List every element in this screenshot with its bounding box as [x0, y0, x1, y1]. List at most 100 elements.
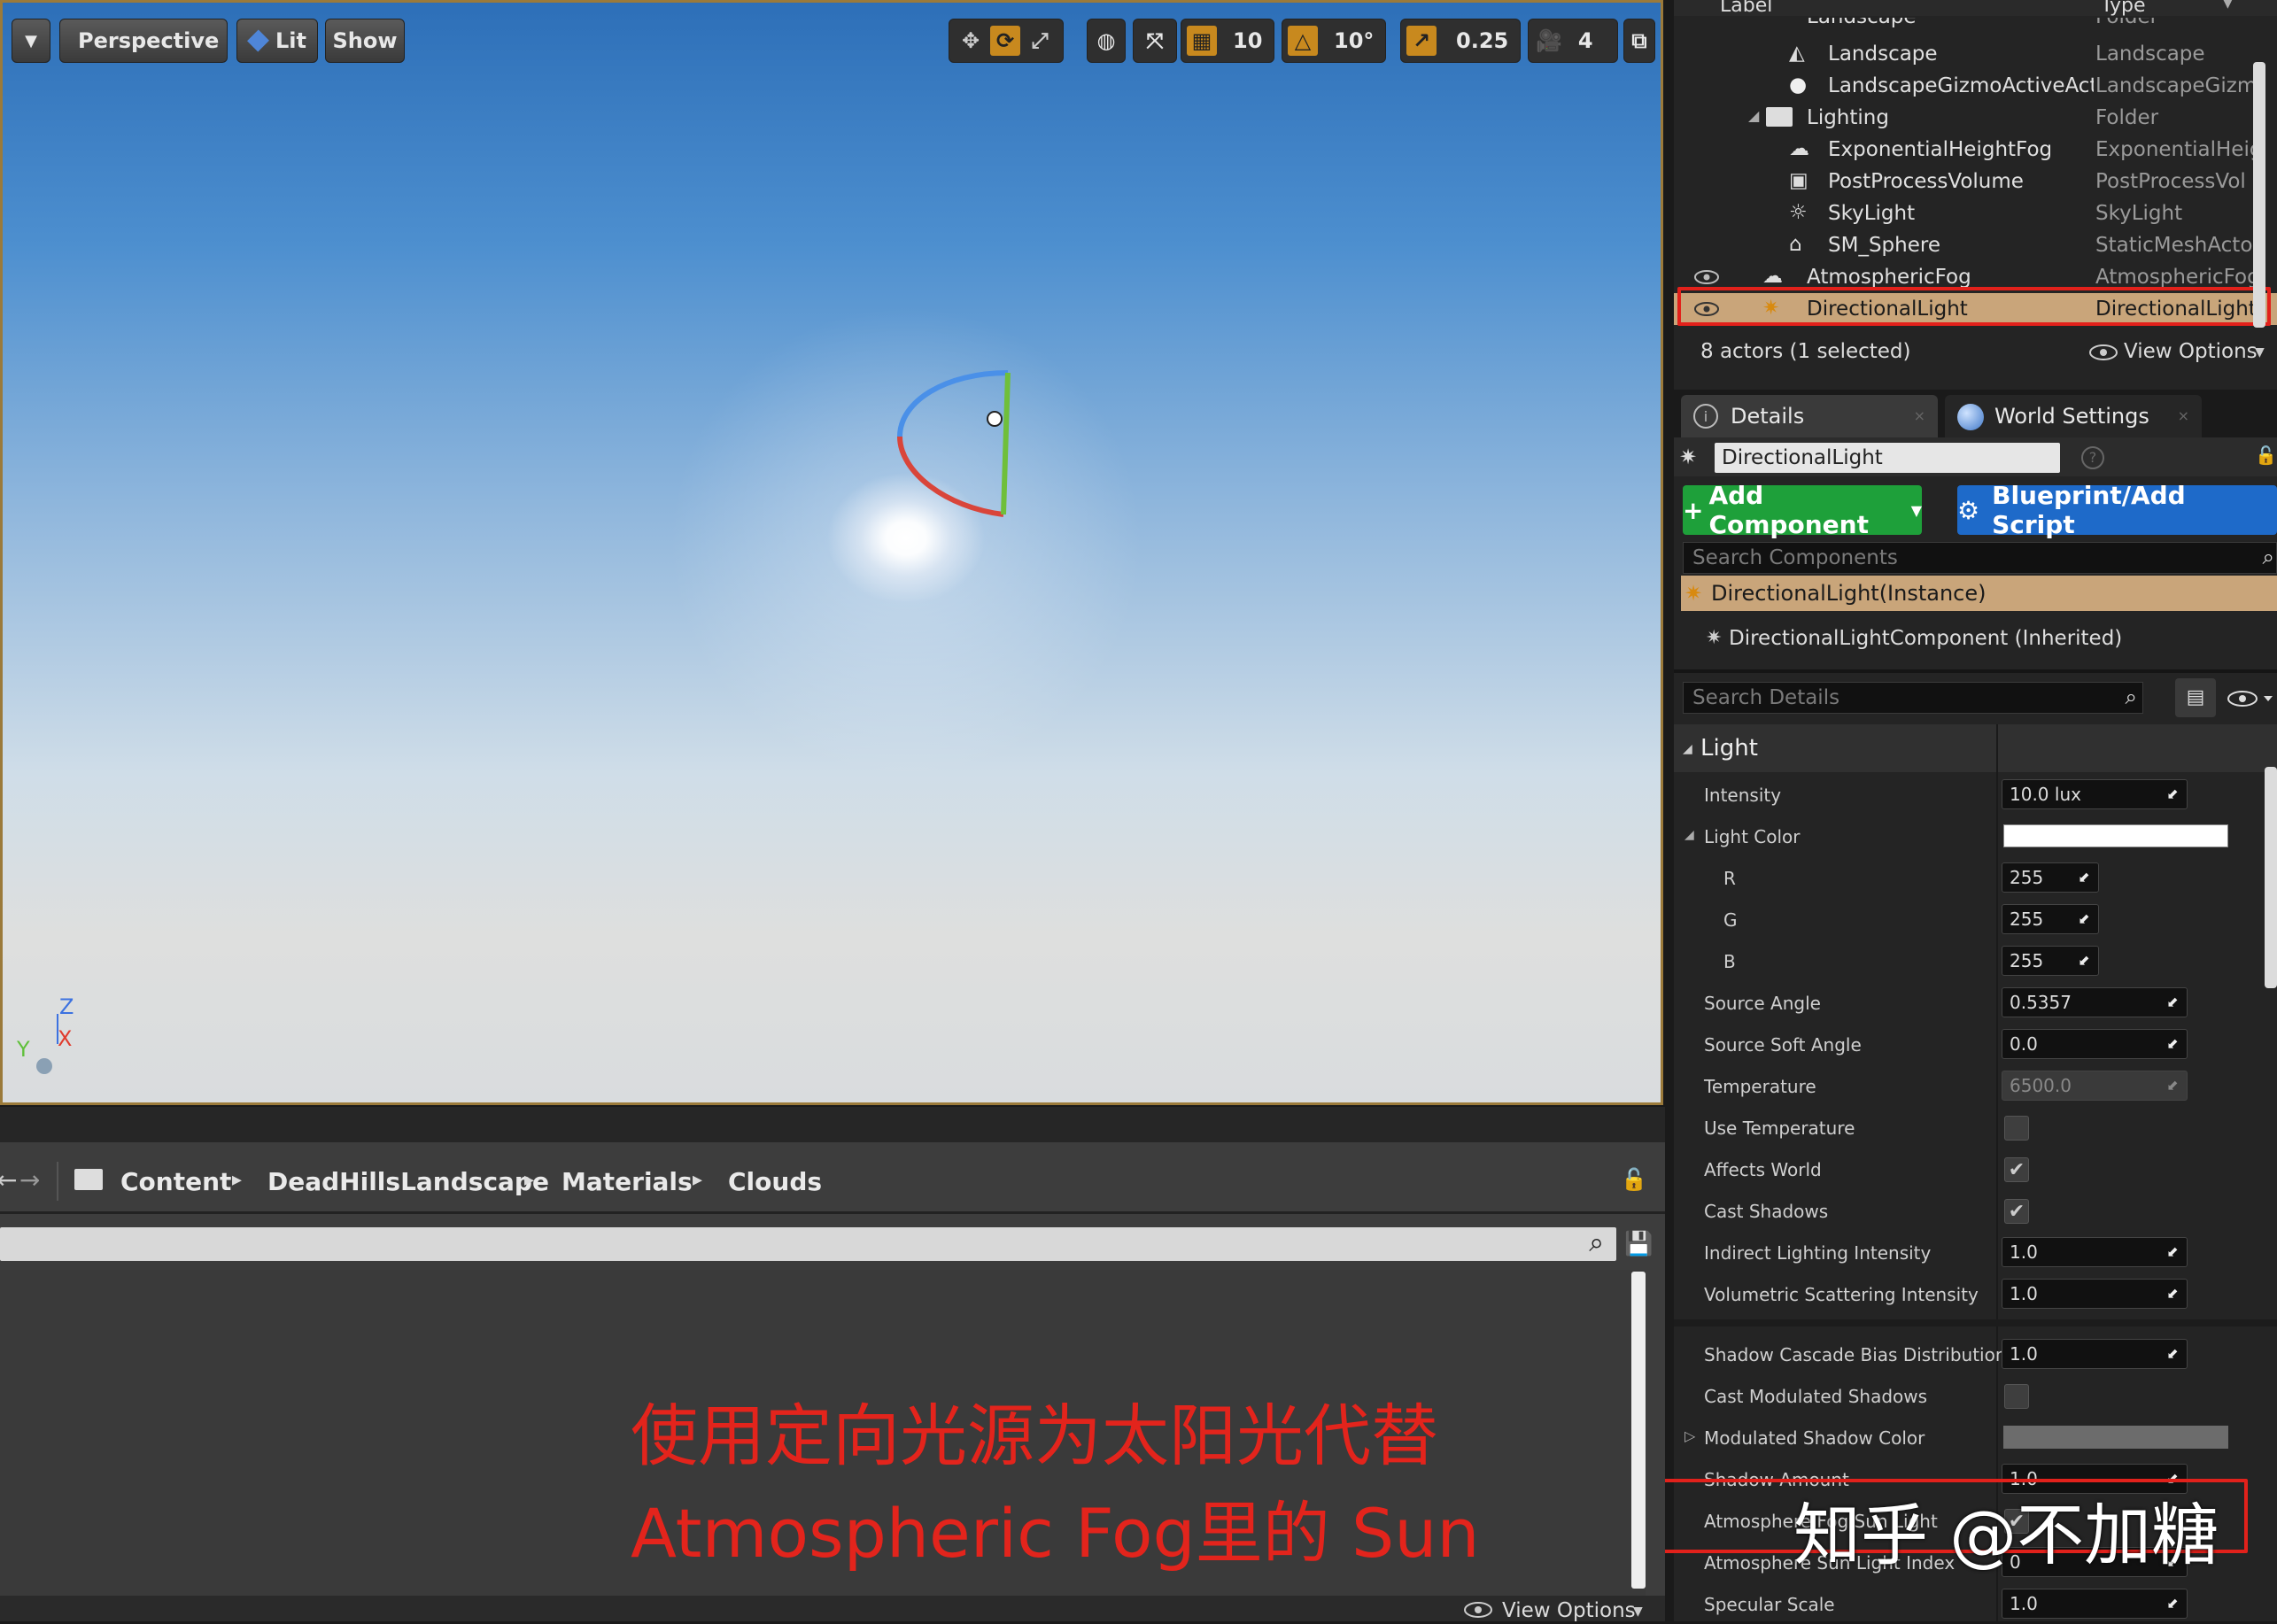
indirect-lighting-input[interactable]: 1.0 ⬋	[2002, 1237, 2188, 1267]
breadcrumb-item[interactable]: Clouds	[728, 1167, 822, 1196]
outliner-row[interactable]: ☁ ExponentialHeightFog ExponentialHeig	[1674, 134, 2277, 166]
breadcrumb-arrow-icon[interactable]: ▸	[693, 1169, 702, 1191]
search-components-input[interactable]: Search Components ⌕	[1683, 542, 2277, 574]
breadcrumb-arrow-icon[interactable]: ▸	[524, 1169, 534, 1191]
rotation-gizmo[interactable]	[893, 366, 1017, 525]
grid-snap-control[interactable]: ▦ 10	[1181, 19, 1274, 63]
rotate-icon[interactable]: ⟳	[990, 26, 1020, 56]
outliner-scrollbar[interactable]	[2253, 62, 2265, 328]
component-row[interactable]: ✷ DirectionalLightComponent (Inherited)	[1681, 620, 2277, 661]
gizmo-arc-z[interactable]	[897, 370, 1009, 437]
transform-tools[interactable]: ✥ ⟳ ⤢	[949, 19, 1064, 63]
surface-snap-button[interactable]: ⤧	[1133, 19, 1177, 63]
affects-world-checkbox[interactable]: ✔	[2004, 1157, 2029, 1182]
light-color-swatch[interactable]	[2003, 824, 2228, 847]
gizmo-arc-y[interactable]	[1001, 372, 1011, 515]
blueprint-button[interactable]: ⚙ Blueprint/Add Script	[1957, 481, 2277, 539]
breadcrumb-arrow-icon[interactable]: ▸	[232, 1169, 242, 1191]
perspective-button[interactable]: Perspective	[59, 19, 228, 63]
breadcrumb-item[interactable]: Materials	[562, 1167, 693, 1196]
back-arrow-icon[interactable]: ←	[0, 1165, 17, 1195]
column-label[interactable]: Label	[1720, 0, 1772, 17]
eye-icon[interactable]	[1693, 268, 1720, 286]
spin-icon[interactable]: ⬋	[2075, 869, 2093, 886]
lock-icon[interactable]: 🔓	[2255, 445, 2277, 466]
visibility-filter-button[interactable]	[2225, 687, 2274, 710]
b-input[interactable]: 255 ⬋	[2002, 946, 2099, 976]
spin-icon[interactable]: ⬋	[2164, 994, 2181, 1011]
cascade-bias-input[interactable]: 1.0 ⬋	[2002, 1339, 2188, 1369]
outliner-row[interactable]: Landscape Folder	[1674, 18, 2277, 35]
gizmo-arc-x[interactable]	[897, 436, 1004, 517]
viewport-menu-button[interactable]: ▼	[12, 19, 50, 63]
cast-modulated-checkbox[interactable]	[2004, 1384, 2029, 1409]
spin-icon[interactable]: ⬋	[2164, 1243, 2181, 1261]
save-search-icon[interactable]: 💾	[1624, 1231, 1653, 1257]
component-instance-row[interactable]: ✷ DirectionalLight(Instance)	[1681, 576, 2277, 611]
close-icon[interactable]: ×	[1914, 407, 1925, 424]
spin-icon[interactable]: ⬋	[2164, 1035, 2181, 1053]
world-local-toggle[interactable]: ◍	[1087, 19, 1126, 63]
scale-icon[interactable]: ⤢	[1024, 28, 1056, 53]
lit-button[interactable]: Lit	[236, 19, 318, 63]
cast-shadows-checkbox[interactable]: ✔	[2004, 1199, 2029, 1224]
outliner-row[interactable]: ⌂ SM_Sphere StaticMeshActo	[1674, 229, 2277, 261]
search-icon[interactable]: ⌕	[1589, 1227, 1604, 1258]
r-input[interactable]: 255 ⬋	[2002, 862, 2099, 893]
breadcrumb-item[interactable]: Content	[120, 1167, 231, 1196]
spin-icon[interactable]: ⬋	[2164, 1595, 2181, 1612]
modulated-color-swatch[interactable]	[2003, 1426, 2228, 1449]
forward-arrow-icon[interactable]: →	[19, 1165, 40, 1195]
collapse-arrow-icon[interactable]: ◢	[1685, 828, 1694, 842]
intensity-input[interactable]: 10.0 lux ⬋	[2002, 779, 2188, 809]
asset-search-input[interactable]: ⌕	[0, 1227, 1616, 1261]
property-matrix-button[interactable]: ▤	[2175, 678, 2216, 717]
rotate-snap-control[interactable]: △ 10°	[1282, 19, 1386, 63]
scale-snap-control[interactable]: ↗ 0.25	[1400, 19, 1521, 63]
breadcrumb-item[interactable]: DeadHillsLandscape	[267, 1167, 549, 1196]
g-input[interactable]: 255 ⬋	[2002, 904, 2099, 934]
spin-icon[interactable]: ⬋	[2164, 1345, 2181, 1363]
spin-icon[interactable]: ⬋	[2164, 1285, 2181, 1303]
temperature-input[interactable]: 6500.0 ⬋	[2002, 1071, 2188, 1101]
camera-speed-control[interactable]: 🎥 4	[1528, 19, 1618, 63]
outliner-row[interactable]: ◢ Lighting Folder	[1674, 102, 2277, 134]
outliner-row[interactable]: ◭ Landscape Landscape	[1674, 38, 2277, 70]
close-icon[interactable]: ×	[2178, 407, 2189, 424]
use-temperature-checkbox[interactable]	[2004, 1116, 2029, 1141]
maximize-viewport-button[interactable]: ⧉	[1623, 19, 1655, 63]
expand-arrow-icon[interactable]: ▷	[1685, 1427, 1695, 1444]
lock-icon[interactable]: 🔓	[1621, 1167, 1647, 1192]
search-details-input[interactable]: Search Details ⌕	[1683, 682, 2143, 714]
outliner-row[interactable]: ● LandscapeGizmoActiveActo LandscapeGizm	[1674, 70, 2277, 102]
search-placeholder: Search Components	[1692, 546, 1898, 569]
asset-scrollbar[interactable]	[1631, 1272, 1646, 1589]
spin-icon[interactable]: ⬋	[2075, 952, 2093, 970]
expand-arrow-icon[interactable]: ◢	[1748, 107, 1759, 124]
move-icon[interactable]: ✥	[955, 28, 987, 53]
view-options-button[interactable]: View Options	[2124, 340, 2258, 363]
search-icon[interactable]: ⌕	[2263, 545, 2274, 569]
help-icon[interactable]: ?	[2081, 446, 2104, 469]
outliner-row[interactable]: ▣ PostProcessVolume PostProcessVol	[1674, 166, 2277, 197]
spin-icon[interactable]: ⬋	[2075, 910, 2093, 928]
chevron-down-icon[interactable]: ▼	[2223, 0, 2233, 11]
search-icon[interactable]: ⌕	[2126, 684, 2137, 709]
specular-input[interactable]: 1.0 ⬋	[2002, 1589, 2188, 1619]
spin-icon[interactable]: ⬋	[2164, 1077, 2181, 1094]
actor-name-field[interactable]: DirectionalLight	[1715, 443, 2060, 473]
column-type[interactable]: Type	[2101, 0, 2146, 17]
volumetric-input[interactable]: 1.0 ⬋	[2002, 1279, 2188, 1309]
outliner-row[interactable]: ☼ SkyLight SkyLight	[1674, 197, 2277, 229]
light-section-header[interactable]: ◢ Light	[1674, 724, 2277, 772]
show-button[interactable]: Show	[325, 19, 405, 63]
view-options-button[interactable]: View Options	[1502, 1599, 1636, 1622]
source-soft-angle-input[interactable]: 0.0 ⬋	[2002, 1029, 2188, 1059]
add-component-button[interactable]: + Add Component ▼	[1683, 481, 1922, 539]
source-angle-input[interactable]: 0.5357 ⬋	[2002, 987, 2188, 1017]
tab-world-settings[interactable]: World Settings ×	[1945, 395, 2202, 437]
level-viewport[interactable]: ▼ Perspective Lit Show ✥ ⟳ ⤢ ◍ ⤧ ▦ 10 △ …	[0, 0, 1663, 1105]
directional-light-icon[interactable]	[987, 411, 1003, 427]
tab-details[interactable]: i Details ×	[1681, 395, 1938, 437]
spin-icon[interactable]: ⬋	[2164, 785, 2181, 803]
